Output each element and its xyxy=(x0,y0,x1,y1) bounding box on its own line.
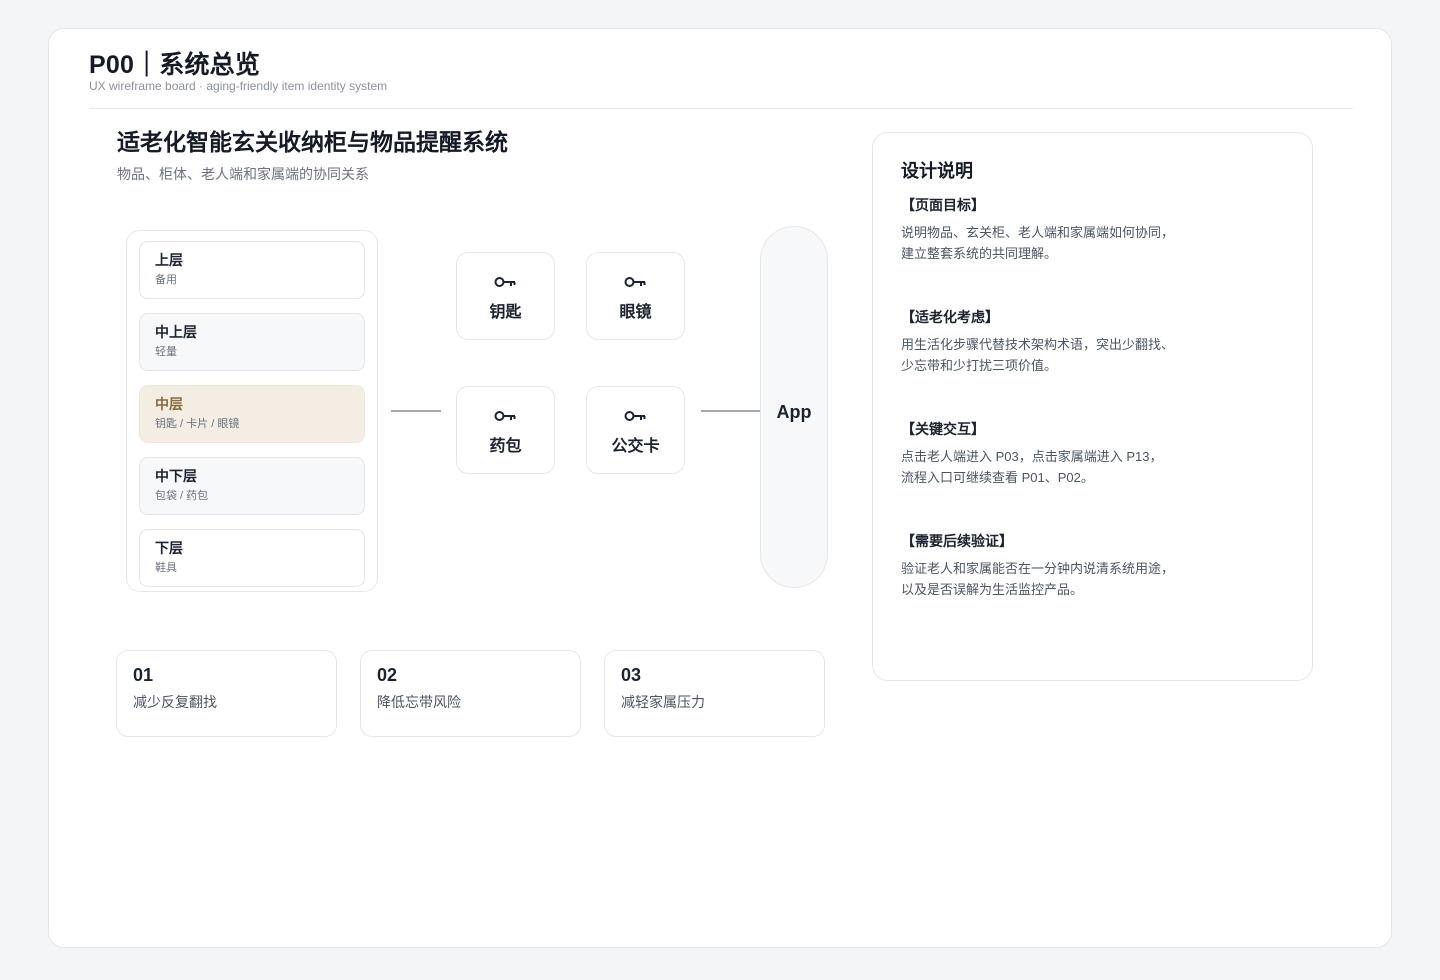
item-card-glasses[interactable]: 眼镜 xyxy=(586,252,685,340)
note-key-interaction: 【关键交互】 点击老人端进入 P03，点击家属端进入 P13， 流程入口可继续查… xyxy=(901,420,1201,488)
key-icon xyxy=(494,277,516,287)
note-aging-friendly: 【适老化考虑】 用生活化步骤代替技术架构术语，突出少翻找、 少忘带和少打扰三项价… xyxy=(901,308,1201,376)
shelf-name: 中上层 xyxy=(155,324,197,340)
key-icon xyxy=(624,411,646,421)
item-label: 公交卡 xyxy=(611,438,660,455)
value-number: 02 xyxy=(377,665,398,685)
note-body: 说明物品、玄关柜、老人端和家属端如何协同， 建立整套系统的共同理解。 xyxy=(901,222,1201,264)
app-node[interactable]: App xyxy=(760,226,828,588)
item-label: 眼镜 xyxy=(619,304,652,321)
shelf-name: 下层 xyxy=(155,540,183,556)
value-text: 减少反复翻找 xyxy=(133,694,217,710)
note-heading: 【适老化考虑】 xyxy=(901,309,999,325)
value-number: 03 xyxy=(621,665,642,685)
note-body: 点击老人端进入 P03，点击家属端进入 P13， 流程入口可继续查看 P01、P… xyxy=(901,446,1201,488)
note-line: 少忘带和少打扰三项价值。 xyxy=(901,358,1058,373)
shelf-bottom[interactable]: 下层 鞋具 xyxy=(139,529,365,587)
shelf-name: 中下层 xyxy=(155,468,197,484)
key-icon xyxy=(494,411,516,421)
shelf-desc: 包袋 / 药包 xyxy=(155,490,209,502)
note-line: 流程入口可继续查看 P01、P02。 xyxy=(901,470,1094,485)
connector-line xyxy=(391,410,441,412)
system-subtitle: 物品、柜体、老人端和家属端的协同关系 xyxy=(117,166,369,182)
cabinet-diagram: 上层 备用 中上层 轻量 中层 钥匙 / 卡片 / 眼镜 中下层 包袋 / 药包… xyxy=(126,230,378,592)
shelf-desc: 备用 xyxy=(155,274,177,286)
value-card-3: 03 减轻家属压力 xyxy=(604,650,825,737)
note-line: 建立整套系统的共同理解。 xyxy=(901,246,1058,261)
note-validation: 【需要后续验证】 验证老人和家属能否在一分钟内说清系统用途， 以及是否误解为生活… xyxy=(901,532,1201,600)
value-text: 减轻家属压力 xyxy=(621,694,705,710)
shelf-name: 中层 xyxy=(155,396,183,412)
shelf-name: 上层 xyxy=(155,252,183,268)
item-label: 药包 xyxy=(489,438,522,455)
shelf-desc: 鞋具 xyxy=(155,562,177,574)
value-number: 01 xyxy=(133,665,154,685)
note-body: 用生活化步骤代替技术架构术语，突出少翻找、 少忘带和少打扰三项价值。 xyxy=(901,334,1201,376)
note-body: 验证老人和家属能否在一分钟内说清系统用途， 以及是否误解为生活监控产品。 xyxy=(901,558,1201,600)
note-line: 验证老人和家属能否在一分钟内说清系统用途， xyxy=(901,561,1175,576)
app-label: App xyxy=(776,402,812,422)
note-line: 点击老人端进入 P03，点击家属端进入 P13， xyxy=(901,449,1163,464)
shelf-lower-middle[interactable]: 中下层 包袋 / 药包 xyxy=(139,457,365,515)
note-line: 以及是否误解为生活监控产品。 xyxy=(901,582,1084,597)
note-line: 用生活化步骤代替技术架构术语，突出少翻找、 xyxy=(901,337,1175,352)
page-subtitle: UX wireframe board · aging-friendly item… xyxy=(89,79,388,93)
note-line: 说明物品、玄关柜、老人端和家属端如何协同， xyxy=(901,225,1175,240)
note-heading: 【需要后续验证】 xyxy=(901,533,1013,549)
note-goal: 【页面目标】 说明物品、玄关柜、老人端和家属端如何协同， 建立整套系统的共同理解… xyxy=(901,196,1201,264)
design-notes-panel: 设计说明 【页面目标】 说明物品、玄关柜、老人端和家属端如何协同， 建立整套系统… xyxy=(872,132,1313,681)
value-text: 降低忘带风险 xyxy=(377,694,461,710)
header-divider xyxy=(89,108,1353,109)
note-heading: 【关键交互】 xyxy=(901,421,985,437)
item-card-keys[interactable]: 钥匙 xyxy=(456,252,555,340)
item-label: 钥匙 xyxy=(489,304,522,321)
shelf-upper-middle[interactable]: 中上层 轻量 xyxy=(139,313,365,371)
notes-title: 设计说明 xyxy=(901,161,973,181)
value-card-2: 02 降低忘带风险 xyxy=(360,650,581,737)
key-icon xyxy=(624,277,646,287)
system-title: 适老化智能玄关收纳柜与物品提醒系统 xyxy=(117,129,508,155)
wireframe-board: P00｜系统总览 UX wireframe board · aging-frie… xyxy=(48,28,1392,948)
shelf-middle[interactable]: 中层 钥匙 / 卡片 / 眼镜 xyxy=(139,385,365,443)
connector-line xyxy=(701,410,760,412)
item-card-medicine[interactable]: 药包 xyxy=(456,386,555,474)
shelf-desc: 钥匙 / 卡片 / 眼镜 xyxy=(155,418,240,430)
shelf-top[interactable]: 上层 备用 xyxy=(139,241,365,299)
value-card-1: 01 减少反复翻找 xyxy=(116,650,337,737)
item-card-bus-card[interactable]: 公交卡 xyxy=(586,386,685,474)
page-title: P00｜系统总览 xyxy=(89,51,261,79)
shelf-desc: 轻量 xyxy=(155,346,177,358)
note-heading: 【页面目标】 xyxy=(901,197,985,213)
